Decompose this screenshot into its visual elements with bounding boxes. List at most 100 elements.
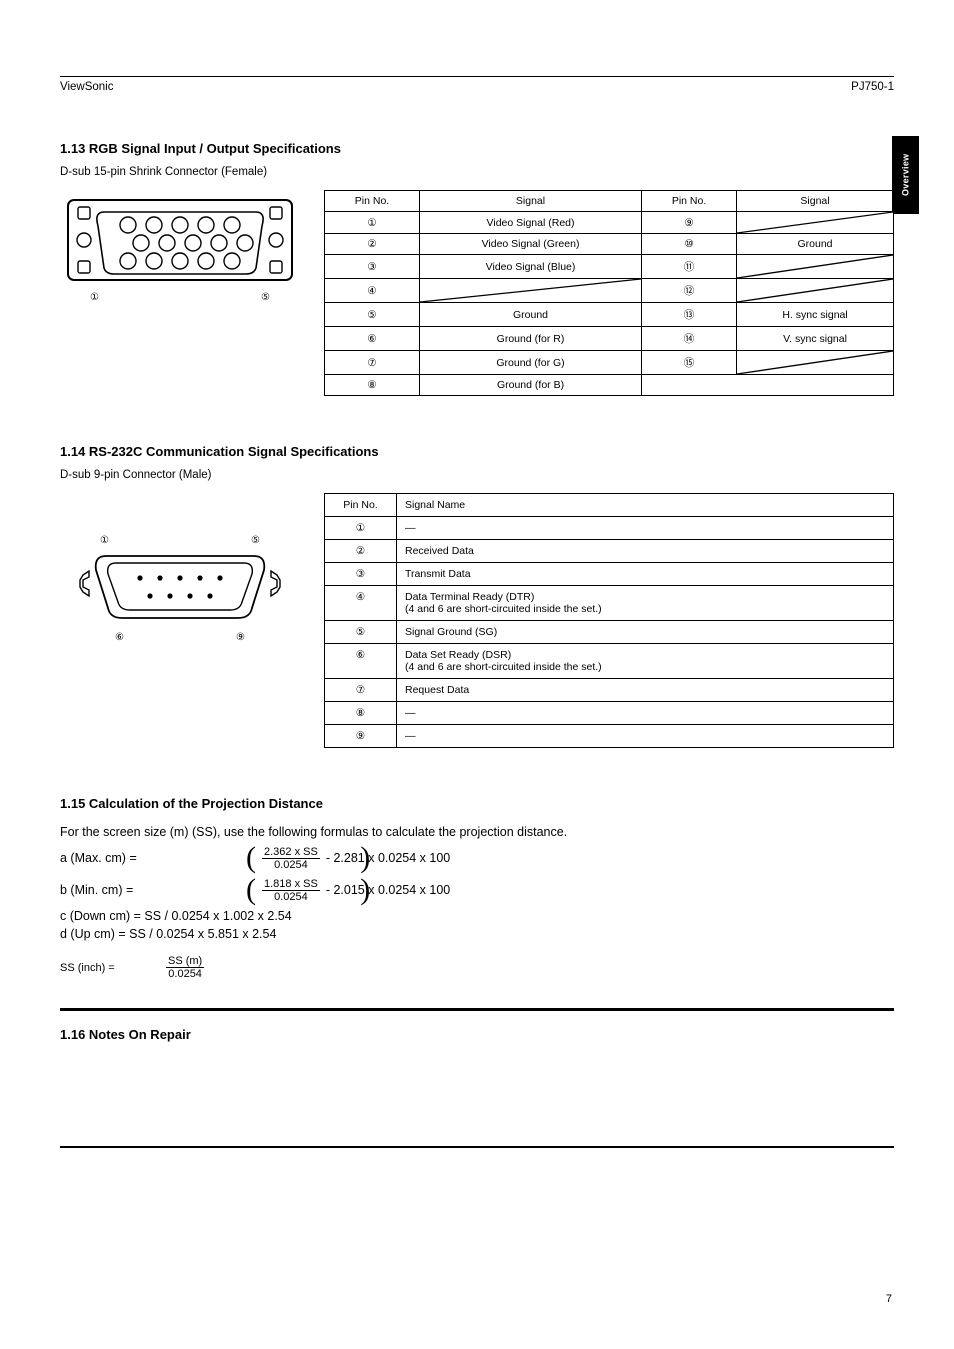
table-cell: ④ <box>325 586 397 621</box>
table-cell: ③ <box>325 563 397 586</box>
table-cell <box>737 212 894 234</box>
table-row: ⑧— <box>325 702 894 725</box>
eq-c: c (Down cm) = SS / 0.0254 x 1.002 x 2.54 <box>60 909 894 923</box>
table-cell: V. sync signal <box>737 327 894 351</box>
table-cell: H. sync signal <box>737 303 894 327</box>
table-header-row: Pin No. Signal Name <box>325 494 894 517</box>
table-row: ①Video Signal (Red)⑨ <box>325 212 894 234</box>
section2-title: 1.14 RS-232C Communication Signal Specif… <box>60 444 894 459</box>
table-cell: Ground (for R) <box>420 327 642 351</box>
section1-row: ① ⑤ Pin No. Signal Pin No. Signal ①Video… <box>60 190 894 396</box>
section3-intro: For the screen size (m) (SS), use the fo… <box>60 825 894 839</box>
table-cell: ⑤ <box>325 621 397 644</box>
table-cell: Request Data <box>397 679 894 702</box>
vga-connector-figure: ① ⑤ <box>60 190 300 303</box>
section-tab: Overview <box>892 136 919 214</box>
table-row: ⑤Signal Ground (SG) <box>325 621 894 644</box>
table-cell: Ground (for B) <box>420 375 642 396</box>
table-cell: ⑫ <box>642 279 737 303</box>
table-cell: ② <box>325 540 397 563</box>
table-cell: Received Data <box>397 540 894 563</box>
section3-title: 1.15 Calculation of the Projection Dista… <box>60 796 894 811</box>
fig2-br: ⑨ <box>236 632 245 643</box>
table-row: ④⑫ <box>325 279 894 303</box>
table-cell: ⑬ <box>642 303 737 327</box>
section2-row: ① ⑤ ⑥ ⑨ <box>60 493 894 748</box>
table-cell: ⑤ <box>325 303 420 327</box>
table-row: ①— <box>325 517 894 540</box>
top-rule <box>60 76 894 77</box>
table-row: ⑦Ground (for G)⑮ <box>325 351 894 375</box>
inch-conversion: SS (inch) = SS (m) 0.0254 <box>60 955 894 980</box>
table-cell: ⑭ <box>642 327 737 351</box>
header-labels: ViewSonic PJ750-1 <box>60 81 894 93</box>
table-cell: ⑨ <box>325 725 397 748</box>
section1-title: 1.13 RGB Signal Input / Output Specifica… <box>60 141 894 156</box>
paren-right-icon: ) <box>360 843 370 873</box>
table-cell: ⑥ <box>325 327 420 351</box>
table-cell: Video Signal (Blue) <box>420 255 642 279</box>
table-row: ⑤Ground⑬H. sync signal <box>325 303 894 327</box>
table-cell: ② <box>325 234 420 255</box>
table-cell: ⑦ <box>325 679 397 702</box>
paren-left-icon: ( <box>246 875 256 905</box>
paren-right-icon: ) <box>360 875 370 905</box>
eq-a: a (Max. cm) = ( 2.362 x SS 0.0254 - 2.28… <box>60 843 894 873</box>
table-cell: Ground <box>737 234 894 255</box>
table-header-row: Pin No. Signal Pin No. Signal <box>325 191 894 212</box>
table-row: ②Video Signal (Green)⑩Ground <box>325 234 894 255</box>
table-cell: — <box>397 725 894 748</box>
table-cell: ③ <box>325 255 420 279</box>
fig1-left: ① <box>90 292 99 303</box>
table-cell <box>420 279 642 303</box>
table-cell: Signal Ground (SG) <box>397 621 894 644</box>
table-cell: ⑦ <box>325 351 420 375</box>
table-cell <box>642 375 894 396</box>
table-cell: ① <box>325 212 420 234</box>
table-cell: ⑨ <box>642 212 737 234</box>
table-cell: ⑪ <box>642 255 737 279</box>
eq-b: b (Min. cm) = ( 1.818 x SS 0.0254 - 2.01… <box>60 875 894 905</box>
table-row: ⑨— <box>325 725 894 748</box>
fig2-bl: ⑥ <box>115 632 124 643</box>
eq-d: d (Up cm) = SS / 0.0254 x 5.851 x 2.54 <box>60 927 894 941</box>
fig2-right: ⑤ <box>251 535 260 546</box>
vga-connector-icon <box>60 190 300 290</box>
table-cell: ⑩ <box>642 234 737 255</box>
table-row: ⑥Ground (for R)⑭V. sync signal <box>325 327 894 351</box>
page: ViewSonic PJ750-1 Overview 1.13 RGB Sign… <box>0 0 954 1148</box>
rule-above-notes <box>60 1008 894 1011</box>
table-cell: ④ <box>325 279 420 303</box>
table-cell: Video Signal (Red) <box>420 212 642 234</box>
table-cell <box>737 351 894 375</box>
table-row: ②Received Data <box>325 540 894 563</box>
header-right: PJ750-1 <box>851 81 894 93</box>
table-cell: Data Set Ready (DSR) (4 and 6 are short-… <box>397 644 894 679</box>
header-left: ViewSonic <box>60 81 114 93</box>
table-cell: — <box>397 702 894 725</box>
table-cell: Video Signal (Green) <box>420 234 642 255</box>
table-cell: ⑮ <box>642 351 737 375</box>
section2-sub: D-sub 9-pin Connector (Male) <box>60 469 894 481</box>
table-cell: — <box>397 517 894 540</box>
table-cell: ⑥ <box>325 644 397 679</box>
table-cell: Ground (for G) <box>420 351 642 375</box>
db9-connector-icon <box>60 546 300 630</box>
table-row: ④Data Terminal Ready (DTR) (4 and 6 are … <box>325 586 894 621</box>
notes-title: 1.16 Notes On Repair <box>60 1027 894 1042</box>
section1-sub: D-sub 15-pin Shrink Connector (Female) <box>60 166 894 178</box>
db9-connector-figure: ① ⑤ ⑥ ⑨ <box>60 533 300 643</box>
table-cell <box>737 279 894 303</box>
paren-left-icon: ( <box>246 843 256 873</box>
page-number: 7 <box>886 1293 892 1305</box>
table-cell: Data Terminal Ready (DTR) (4 and 6 are s… <box>397 586 894 621</box>
table-row: ⑥Data Set Ready (DSR) (4 and 6 are short… <box>325 644 894 679</box>
table-row: ⑦Request Data <box>325 679 894 702</box>
table-row: ⑧Ground (for B) <box>325 375 894 396</box>
pin-table: Pin No. Signal Pin No. Signal ①Video Sig… <box>324 190 894 396</box>
fig2-left: ① <box>100 535 109 546</box>
fig1-right: ⑤ <box>261 292 270 303</box>
table-cell: Ground <box>420 303 642 327</box>
table-cell: ⑧ <box>325 702 397 725</box>
table-row: ③Transmit Data <box>325 563 894 586</box>
